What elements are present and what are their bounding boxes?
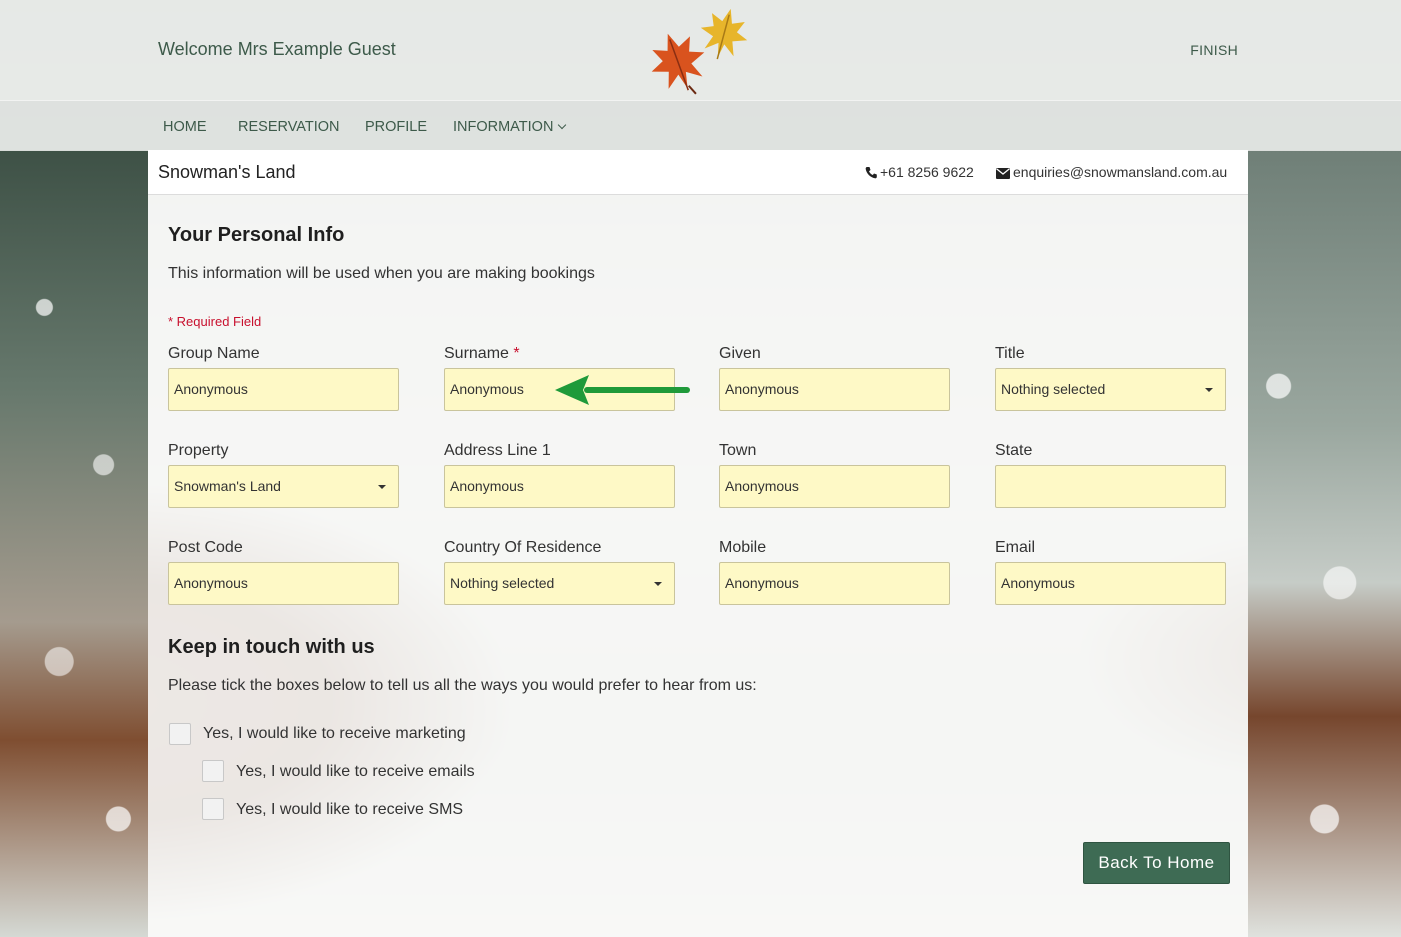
annotation-arrow-icon	[555, 375, 690, 405]
caret-down-icon	[378, 485, 386, 489]
surname-label: Surname *	[444, 345, 520, 363]
marketing-checkbox-label[interactable]: Yes, I would like to receive marketing	[203, 725, 466, 743]
post-code-input[interactable]: Anonymous	[168, 562, 399, 605]
property-select-value: Snowman's Land	[174, 478, 281, 494]
property-select[interactable]: Snowman's Land	[168, 465, 399, 508]
back-to-home-button[interactable]: Back To Home	[1083, 842, 1230, 884]
property-bar: Snowman's Land +61 8256 9622 enquiries@s…	[148, 150, 1248, 195]
given-label: Given	[719, 345, 761, 362]
title-label: Title	[995, 345, 1025, 362]
caret-down-icon	[1205, 388, 1213, 392]
phone-number: +61 8256 9622	[880, 164, 974, 180]
background-photo-left	[0, 150, 148, 937]
title-select[interactable]: Nothing selected	[995, 368, 1226, 411]
marketing-checkbox[interactable]	[169, 723, 191, 745]
mobile-input[interactable]: Anonymous	[719, 562, 950, 605]
chevron-down-icon	[558, 120, 567, 130]
welcome-text: Welcome Mrs Example Guest	[158, 39, 396, 59]
sms-checkbox[interactable]	[202, 798, 224, 820]
keep-in-touch-title: Keep in touch with us	[168, 636, 375, 658]
required-star: *	[513, 345, 520, 362]
email-contact[interactable]: enquiries@snowmansland.com.au	[996, 164, 1227, 180]
nav-information-label: INFORMATION	[453, 119, 554, 135]
surname-label-text: Surname	[444, 345, 509, 362]
personal-info-title: Your Personal Info	[168, 224, 345, 246]
content-panel: Snowman's Land +61 8256 9622 enquiries@s…	[148, 150, 1248, 937]
nav-home[interactable]: HOME	[163, 119, 207, 135]
town-label: Town	[719, 442, 757, 459]
email-input[interactable]: Anonymous	[995, 562, 1226, 605]
background-photo-right	[1248, 150, 1401, 937]
top-header: Welcome Mrs Example Guest FINISH	[0, 0, 1401, 100]
phone-contact[interactable]: +61 8256 9622	[865, 164, 974, 180]
envelope-icon	[996, 168, 1010, 179]
town-input[interactable]: Anonymous	[719, 465, 950, 508]
required-field-note: * Required Field	[168, 314, 262, 329]
keep-in-touch-subtitle: Please tick the boxes below to tell us a…	[168, 677, 757, 694]
autumn-leaves-logo-icon	[651, 8, 748, 95]
state-input[interactable]	[995, 465, 1226, 508]
address-line-1-input[interactable]: Anonymous	[444, 465, 675, 508]
nav-profile[interactable]: PROFILE	[365, 119, 427, 135]
personal-info-subtitle: This information will be used when you a…	[168, 265, 595, 282]
main-nav: HOME RESERVATION PROFILE INFORMATION	[0, 100, 1401, 151]
emails-checkbox-label[interactable]: Yes, I would like to receive emails	[236, 763, 475, 781]
group-name-label: Group Name	[168, 345, 260, 362]
given-input[interactable]: Anonymous	[719, 368, 950, 411]
post-code-label: Post Code	[168, 539, 243, 556]
address-line-1-label: Address Line 1	[444, 442, 551, 459]
sms-checkbox-label[interactable]: Yes, I would like to receive SMS	[236, 801, 463, 819]
country-select[interactable]: Nothing selected	[444, 562, 675, 605]
property-name: Snowman's Land	[158, 162, 296, 182]
nav-reservation[interactable]: RESERVATION	[238, 119, 340, 135]
country-select-value: Nothing selected	[450, 575, 555, 591]
state-label: State	[995, 442, 1033, 459]
caret-down-icon	[654, 582, 662, 586]
mobile-label: Mobile	[719, 539, 767, 556]
nav-information[interactable]: INFORMATION	[453, 119, 567, 135]
emails-checkbox[interactable]	[202, 760, 224, 782]
group-name-input[interactable]: Anonymous	[168, 368, 399, 411]
property-label: Property	[168, 442, 229, 459]
title-select-value: Nothing selected	[1001, 381, 1106, 397]
email-address: enquiries@snowmansland.com.au	[1013, 164, 1228, 180]
finish-link[interactable]: FINISH	[1190, 42, 1238, 58]
phone-icon	[865, 167, 877, 179]
email-label: Email	[995, 539, 1036, 556]
country-label: Country Of Residence	[444, 539, 602, 556]
